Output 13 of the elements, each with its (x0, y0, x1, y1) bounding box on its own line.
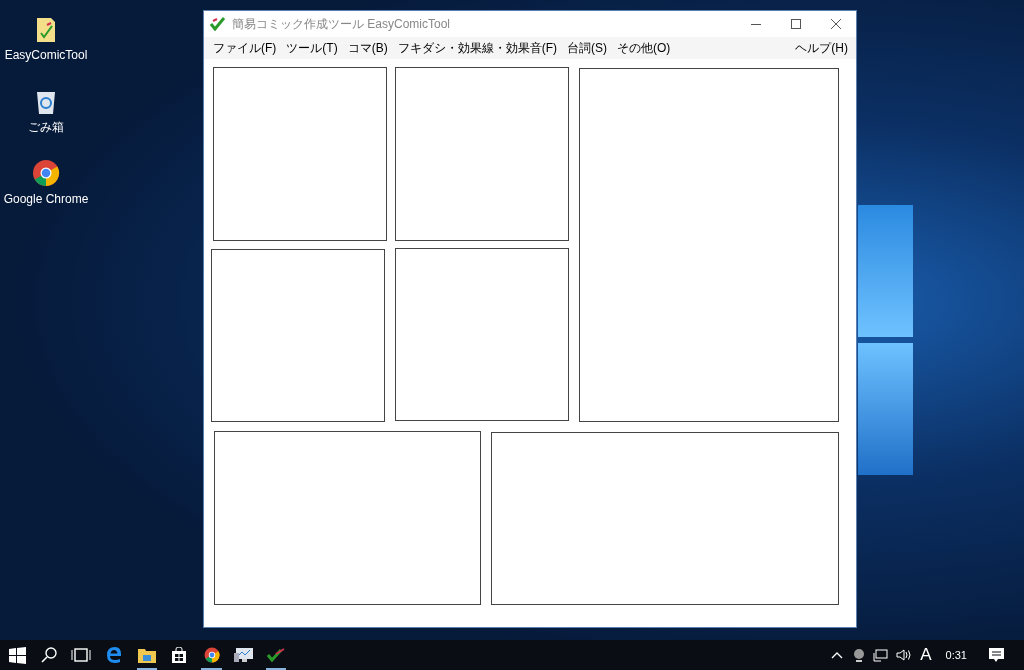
menu-item[interactable]: ヘルプ(H) (791, 39, 852, 57)
ime-indicator[interactable]: A (920, 642, 932, 668)
desktop-icon-label[interactable]: Google Chrome (3, 190, 89, 208)
desktop-icon-label[interactable]: EasyComicTool (4, 46, 88, 64)
clock[interactable]: 0:31 (945, 646, 967, 664)
menu-item[interactable]: 台詞(S) (562, 39, 612, 57)
window-title: 簡易コミック作成ツール EasyComicTool (232, 16, 451, 33)
menu-item[interactable]: フキダシ・効果線・効果音(F) (392, 39, 562, 57)
menu-item[interactable]: その他(O) (612, 39, 676, 57)
menu-item[interactable]: ファイル(F) (208, 39, 282, 57)
menu-item[interactable]: ツール(T) (281, 39, 343, 57)
desktop-icon-label[interactable]: ごみ箱 (28, 118, 64, 136)
menu-item[interactable]: コマ(B) (342, 39, 393, 57)
